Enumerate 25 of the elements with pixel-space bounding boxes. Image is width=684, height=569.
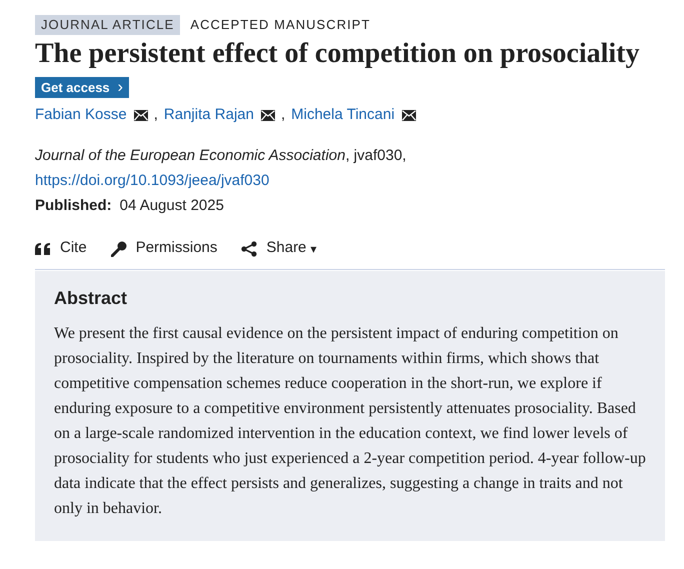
journal-citation: Journal of the European Economic Association, jvaf030, (35, 146, 406, 166)
author-link[interactable]: Ranjita Rajan (164, 104, 254, 126)
quote-icon (35, 242, 51, 254)
separator-comma: , (280, 105, 286, 125)
published-label: Published: (35, 196, 112, 216)
caret-icon: ▾ (310, 240, 316, 258)
author-link[interactable]: Fabian Kosse (35, 104, 127, 126)
separator-comma: , (154, 105, 158, 125)
author-link[interactable]: Michela Tincani (291, 104, 395, 126)
manuscript-label: ACCEPTED MANUSCRIPT (190, 16, 370, 34)
envelope-icon[interactable] (260, 110, 275, 121)
abstract-heading: Abstract (54, 286, 128, 310)
cite-button[interactable]: Cite (35, 237, 87, 260)
share-icon (241, 240, 258, 256)
envelope-icon[interactable] (402, 110, 416, 121)
published-date: 04 August 2025 (120, 196, 224, 216)
abstract-text: We present the first causal evidence on the persistent impact of enduring competition on prosociality. Inspired by the literature on tournaments within firms, which shows that competitive compensation schemes reduce cooperation in the short-run, we explore if enduring exposure to a competitive environment persistently attenuates prosociality. Based on a large-scale randomized intervention in the education context, we find lower levels of prosociality for students who just experienced a 2-year competition period. 4-year follow-up data indicate that the effect persists and generalizes, suggesting a change in traits and not only in behavior. (54, 324, 646, 518)
doi-link[interactable]: https://doi.org/10.1093/jeea/jvaf030 (35, 168, 270, 192)
article-title: The persistent effect of competition on prosociality (35, 37, 640, 71)
share-button[interactable]: Share ▾ (241, 237, 316, 260)
permissions-button[interactable]: Permissions (110, 237, 218, 260)
get-access-button[interactable]: Get access › (35, 77, 129, 98)
envelope-icon[interactable] (134, 110, 148, 121)
article-type-tag: JOURNAL ARTICLE (35, 15, 180, 35)
key-icon (110, 240, 127, 256)
